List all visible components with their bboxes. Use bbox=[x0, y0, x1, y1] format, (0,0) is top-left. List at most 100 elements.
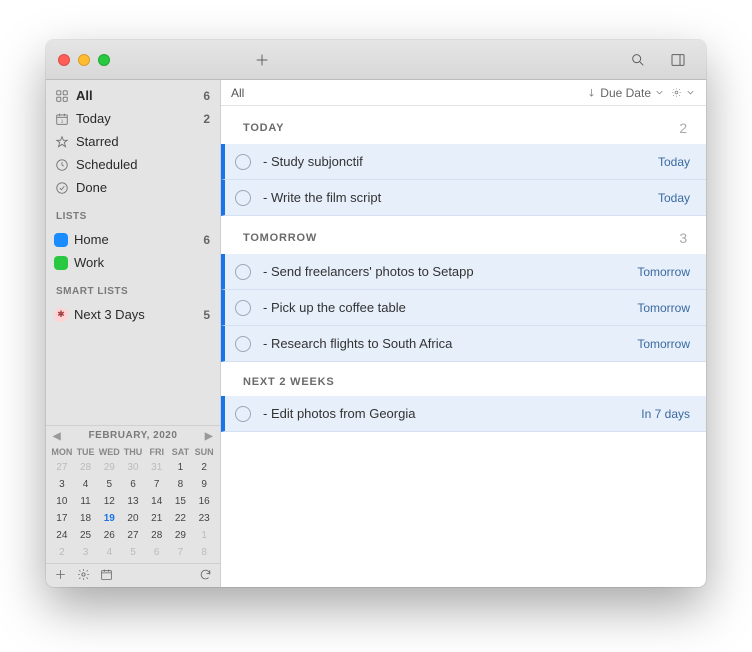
calendar-day[interactable]: 1 bbox=[192, 527, 216, 544]
calendar-day[interactable]: 28 bbox=[145, 527, 169, 544]
calendar-day[interactable]: 9 bbox=[192, 476, 216, 493]
calendar-day[interactable]: 17 bbox=[50, 510, 74, 527]
calendar-day[interactable]: 2 bbox=[50, 544, 74, 561]
sort-label: Due Date bbox=[600, 86, 651, 100]
task-row[interactable]: - Edit photos from GeorgiaIn 7 days bbox=[221, 396, 706, 432]
sync-button[interactable] bbox=[199, 568, 212, 584]
task-checkbox[interactable] bbox=[235, 336, 251, 352]
sidebar-list-work[interactable]: Work bbox=[46, 251, 220, 274]
calendar-day[interactable]: 27 bbox=[121, 527, 145, 544]
sidebar-item-done[interactable]: Done bbox=[46, 176, 220, 199]
calendar-day[interactable]: 3 bbox=[50, 476, 74, 493]
toggle-sidebar-button[interactable] bbox=[662, 48, 694, 72]
calendar-weekday: SUN bbox=[192, 445, 216, 459]
chevron-down-icon bbox=[685, 87, 696, 98]
calendar-day[interactable]: 6 bbox=[121, 476, 145, 493]
sidebar-item-all[interactable]: All 6 bbox=[46, 84, 220, 107]
sidebar-item-scheduled[interactable]: Scheduled bbox=[46, 153, 220, 176]
sidebar-item-today[interactable]: 1Today2 bbox=[46, 107, 220, 130]
minimize-window-button[interactable] bbox=[78, 54, 90, 66]
calendar-day[interactable]: 5 bbox=[121, 544, 145, 561]
calendar-prev-button[interactable]: ◀ bbox=[50, 429, 64, 443]
calendar-day[interactable]: 8 bbox=[192, 544, 216, 561]
calendar-day[interactable]: 6 bbox=[145, 544, 169, 561]
section-count: 3 bbox=[679, 230, 688, 246]
calendar-day[interactable]: 18 bbox=[74, 510, 98, 527]
calendar-day[interactable]: 4 bbox=[74, 476, 98, 493]
task-checkbox[interactable] bbox=[235, 300, 251, 316]
sort-dropdown[interactable]: Due Date bbox=[586, 86, 665, 100]
calendar-day[interactable]: 13 bbox=[121, 493, 145, 510]
task-due: In 7 days bbox=[641, 407, 690, 421]
calendar-day[interactable]: 7 bbox=[169, 544, 193, 561]
task-checkbox[interactable] bbox=[235, 154, 251, 170]
calendar-weekday: SAT bbox=[169, 445, 193, 459]
calendar-day[interactable]: 26 bbox=[97, 527, 121, 544]
task-row[interactable]: - Write the film scriptToday bbox=[221, 180, 706, 216]
calendar-day[interactable]: 31 bbox=[145, 459, 169, 476]
section-header: NEXT 2 WEEKS bbox=[221, 362, 706, 396]
task-title: - Research flights to South Africa bbox=[263, 336, 637, 351]
close-window-button[interactable] bbox=[58, 54, 70, 66]
new-task-button[interactable] bbox=[246, 48, 278, 72]
calendar-day[interactable]: 19 bbox=[97, 510, 121, 527]
task-row[interactable]: - Research flights to South AfricaTomorr… bbox=[221, 326, 706, 362]
calendar-day[interactable]: 14 bbox=[145, 493, 169, 510]
calendar-day[interactable]: 10 bbox=[50, 493, 74, 510]
task-row[interactable]: - Study subjonctifToday bbox=[221, 144, 706, 180]
calendar-day[interactable]: 2 bbox=[192, 459, 216, 476]
task-row[interactable]: - Send freelancers' photos to SetappTomo… bbox=[221, 254, 706, 290]
calendar-day[interactable]: 23 bbox=[192, 510, 216, 527]
task-due: Today bbox=[658, 191, 690, 205]
list-color-swatch bbox=[54, 256, 68, 270]
calendar-day[interactable]: 5 bbox=[97, 476, 121, 493]
view-options-button[interactable] bbox=[671, 87, 696, 98]
sidebar-item-starred[interactable]: Starred bbox=[46, 130, 220, 153]
calendar-day[interactable]: 1 bbox=[169, 459, 193, 476]
task-checkbox[interactable] bbox=[235, 264, 251, 280]
calendar-day[interactable]: 22 bbox=[169, 510, 193, 527]
calendar-day[interactable]: 11 bbox=[74, 493, 98, 510]
calendar-day[interactable]: 16 bbox=[192, 493, 216, 510]
calendar-day[interactable]: 30 bbox=[121, 459, 145, 476]
calendar-day[interactable]: 20 bbox=[121, 510, 145, 527]
calendar-day[interactable]: 29 bbox=[97, 459, 121, 476]
calendar-day[interactable]: 15 bbox=[169, 493, 193, 510]
calendar-day[interactable]: 8 bbox=[169, 476, 193, 493]
section-title: TODAY bbox=[243, 122, 284, 134]
sidebar-item-label: Next 3 Days bbox=[74, 307, 197, 322]
calendar-next-button[interactable]: ▶ bbox=[202, 429, 216, 443]
calendar-day[interactable]: 7 bbox=[145, 476, 169, 493]
settings-button[interactable] bbox=[77, 568, 90, 584]
task-checkbox[interactable] bbox=[235, 406, 251, 422]
app-window: All61Today2StarredScheduledDone LISTS Ho… bbox=[46, 40, 706, 587]
calendar-day[interactable]: 12 bbox=[97, 493, 121, 510]
zoom-window-button[interactable] bbox=[98, 54, 110, 66]
calendar-toggle-button[interactable] bbox=[100, 568, 113, 584]
calendar-day[interactable]: 21 bbox=[145, 510, 169, 527]
calendar-icon bbox=[100, 568, 113, 581]
smartlist-icon: ✱ bbox=[54, 308, 68, 322]
sidebar-item-count: 6 bbox=[203, 233, 210, 247]
calendar-day[interactable]: 25 bbox=[74, 527, 98, 544]
search-icon bbox=[630, 52, 646, 68]
calendar-day[interactable]: 24 bbox=[50, 527, 74, 544]
calendar-day[interactable]: 4 bbox=[97, 544, 121, 561]
calendar-day[interactable]: 28 bbox=[74, 459, 98, 476]
sidebar-list-home[interactable]: Home6 bbox=[46, 228, 220, 251]
task-row[interactable]: - Pick up the coffee tableTomorrow bbox=[221, 290, 706, 326]
calendar-day[interactable]: 27 bbox=[50, 459, 74, 476]
filter-scope[interactable]: All bbox=[231, 86, 580, 100]
sidebar-item-count: 6 bbox=[203, 89, 210, 103]
sidebar-smartlist-next-3-days[interactable]: ✱Next 3 Days5 bbox=[46, 303, 220, 326]
search-button[interactable] bbox=[622, 48, 654, 72]
titlebar bbox=[46, 40, 706, 80]
calendar-day[interactable]: 29 bbox=[169, 527, 193, 544]
add-list-button[interactable] bbox=[54, 568, 67, 584]
sidebar-item-label: Work bbox=[74, 255, 204, 270]
calendar-weekday: FRI bbox=[145, 445, 169, 459]
calendar-day[interactable]: 3 bbox=[74, 544, 98, 561]
sidebar-item-label: All bbox=[76, 88, 197, 103]
task-title: - Write the film script bbox=[263, 190, 658, 205]
task-checkbox[interactable] bbox=[235, 190, 251, 206]
